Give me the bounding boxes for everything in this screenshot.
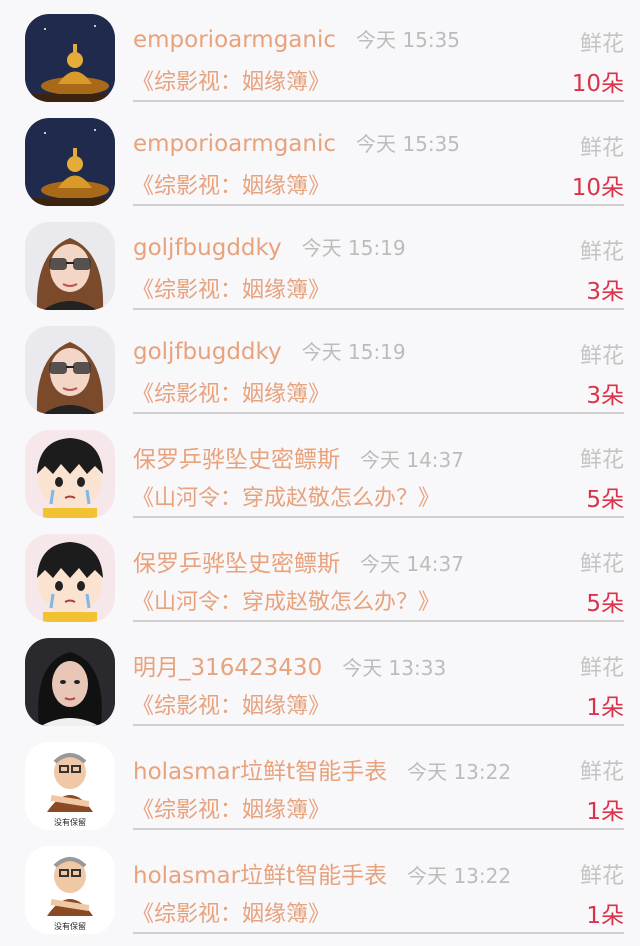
gift-count: 3朵 — [586, 279, 624, 305]
buddha-statue-icon — [25, 118, 115, 206]
book-title[interactable]: 《综影视：姻缘簿》 — [132, 896, 330, 928]
gift-type-label: 鲜花 — [579, 448, 624, 473]
avatar-caption: 没有保留 — [54, 817, 86, 827]
gift-count: 10朵 — [571, 71, 624, 97]
divider — [133, 724, 624, 726]
gift-type-label: 鲜花 — [579, 656, 624, 681]
username[interactable]: holasmar垃鲜t智能手表 — [133, 752, 387, 786]
divider — [133, 100, 624, 102]
list-item[interactable]: goljfbugddky 今天 15:19 鲜花 《综影视：姻缘簿》 3朵 — [0, 208, 640, 312]
gift-count: 10朵 — [571, 175, 624, 201]
list-item[interactable]: 没有保留 holasmar垃鲜t智能手表 今天 13:22 鲜花 《综影视：姻缘… — [0, 728, 640, 832]
gift-type-label: 鲜花 — [579, 552, 624, 577]
username[interactable]: 保罗乒骅坠史密鳔斯 — [133, 544, 340, 578]
username[interactable]: holasmar垃鲜t智能手表 — [133, 856, 387, 890]
list-item[interactable]: 没有保留 holasmar垃鲜t智能手表 今天 13:22 鲜花 《综影视：姻缘… — [0, 832, 640, 936]
list-item[interactable]: 明月_316423430 今天 13:33 鲜花 《综影视：姻缘簿》 1朵 — [0, 624, 640, 728]
avatar[interactable]: 没有保留 — [25, 846, 115, 934]
username[interactable]: emporioarmganic — [133, 27, 336, 53]
timestamp: 今天 14:37 — [360, 448, 464, 472]
gift-count: 1朵 — [586, 903, 624, 929]
list-item[interactable]: 保罗乒骅坠史密鳔斯 今天 14:37 鲜花 《山河令：穿成赵敬怎么办？》 5朵 — [0, 520, 640, 624]
gift-type-label: 鲜花 — [579, 864, 624, 889]
book-title[interactable]: 《综影视：姻缘簿》 — [132, 168, 330, 200]
book-title[interactable]: 《综影视：姻缘簿》 — [132, 272, 330, 304]
gift-type-label: 鲜花 — [579, 760, 624, 785]
woman-portrait-icon — [25, 638, 115, 726]
book-title[interactable]: 《综影视：姻缘簿》 — [132, 64, 330, 96]
book-title[interactable]: 《综影视：姻缘簿》 — [132, 376, 330, 408]
username[interactable]: goljfbugddky — [133, 235, 282, 261]
avatar[interactable]: 没有保留 — [25, 742, 115, 830]
avatar[interactable] — [25, 118, 115, 206]
avatar[interactable] — [25, 430, 115, 518]
gift-count: 1朵 — [586, 799, 624, 825]
divider — [133, 308, 624, 310]
divider — [133, 204, 624, 206]
gift-count: 5朵 — [586, 487, 624, 513]
avatar[interactable] — [25, 14, 115, 102]
timestamp: 今天 14:37 — [360, 552, 464, 576]
gift-record-list: emporioarmganic 今天 15:35 鲜花 《综影视：姻缘簿》 10… — [0, 0, 640, 936]
timestamp: 今天 13:22 — [407, 760, 512, 784]
book-title[interactable]: 《山河令：穿成赵敬怎么办？》 — [132, 584, 440, 616]
cartoon-girl-icon — [25, 534, 115, 622]
username[interactable]: 保罗乒骅坠史密鳔斯 — [133, 440, 340, 474]
list-item[interactable]: 保罗乒骅坠史密鳔斯 今天 14:37 鲜花 《山河令：穿成赵敬怎么办？》 5朵 — [0, 416, 640, 520]
book-title[interactable]: 《综影视：姻缘簿》 — [132, 688, 330, 720]
divider — [133, 932, 624, 934]
avatar[interactable] — [25, 326, 115, 414]
gift-count: 3朵 — [586, 383, 624, 409]
list-item[interactable]: goljfbugddky 今天 15:19 鲜花 《综影视：姻缘簿》 3朵 — [0, 312, 640, 416]
divider — [133, 412, 624, 414]
cartoon-girl-icon — [25, 430, 115, 518]
divider — [133, 828, 624, 830]
gift-count: 5朵 — [586, 591, 624, 617]
gift-count: 1朵 — [586, 695, 624, 721]
gift-type-label: 鲜花 — [579, 240, 624, 265]
book-title[interactable]: 《山河令：穿成赵敬怎么办？》 — [132, 480, 440, 512]
timestamp: 今天 13:33 — [342, 656, 447, 680]
avatar[interactable] — [25, 222, 115, 310]
list-item[interactable]: emporioarmganic 今天 15:35 鲜花 《综影视：姻缘簿》 10… — [0, 104, 640, 208]
timestamp: 今天 15:35 — [356, 132, 461, 156]
woman-sunglasses-icon — [25, 222, 115, 310]
cartoon-old-man-icon: 没有保留 — [25, 846, 115, 934]
list-item[interactable]: emporioarmganic 今天 15:35 鲜花 《综影视：姻缘簿》 10… — [0, 0, 640, 104]
username[interactable]: emporioarmganic — [133, 131, 336, 157]
timestamp: 今天 13:22 — [407, 864, 512, 888]
gift-type-label: 鲜花 — [579, 136, 624, 161]
timestamp: 今天 15:19 — [301, 236, 406, 260]
timestamp: 今天 15:35 — [356, 28, 461, 52]
avatar-caption: 没有保留 — [54, 921, 86, 931]
divider — [133, 516, 624, 518]
cartoon-old-man-icon: 没有保留 — [25, 742, 115, 830]
woman-sunglasses-icon — [25, 326, 115, 414]
buddha-statue-icon — [25, 14, 115, 102]
username[interactable]: goljfbugddky — [133, 339, 282, 365]
gift-type-label: 鲜花 — [579, 32, 624, 57]
timestamp: 今天 15:19 — [301, 340, 406, 364]
book-title[interactable]: 《综影视：姻缘簿》 — [132, 792, 330, 824]
avatar[interactable] — [25, 534, 115, 622]
username[interactable]: 明月_316423430 — [133, 648, 322, 682]
gift-type-label: 鲜花 — [579, 344, 624, 369]
divider — [133, 620, 624, 622]
avatar[interactable] — [25, 638, 115, 726]
